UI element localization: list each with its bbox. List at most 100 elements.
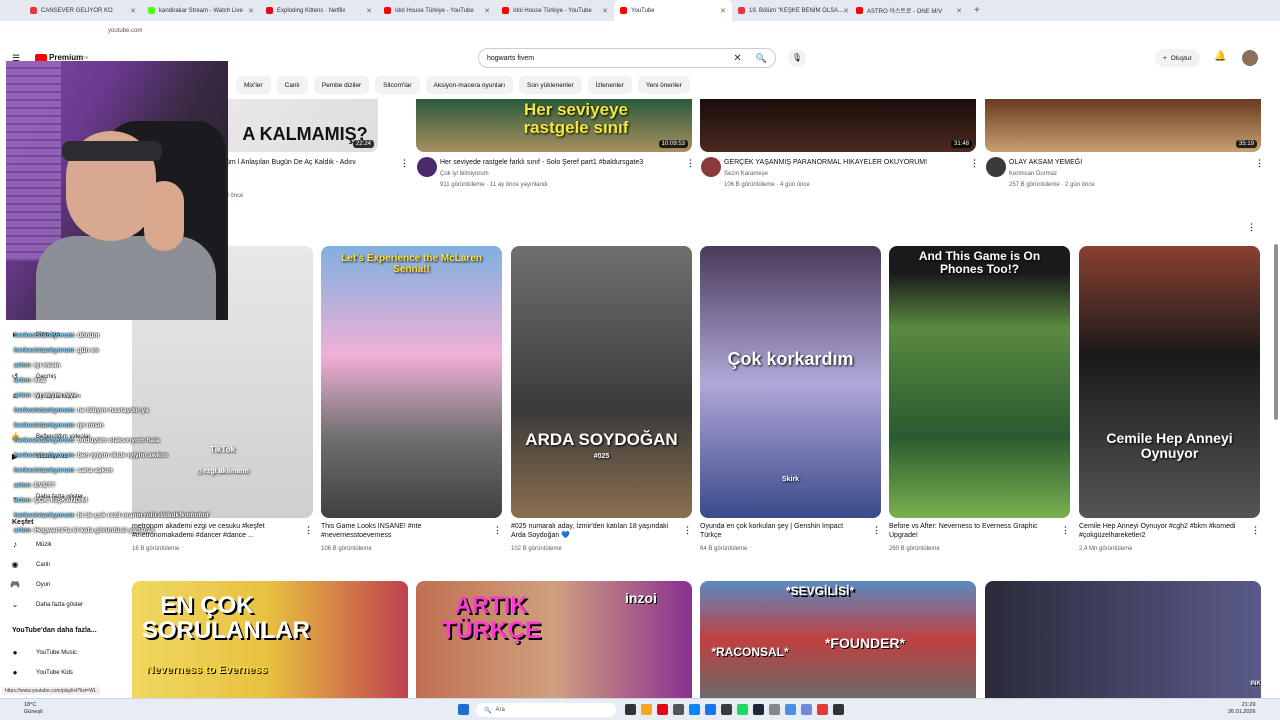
browser-tab[interactable]: Idol House Türkiye - YouTube ✕ <box>378 0 496 21</box>
sidebar-item[interactable]: ◉ Canlı <box>10 560 51 569</box>
filter-chip[interactable]: Canlı <box>276 76 308 94</box>
video-title[interactable]: GERÇEK YAŞANMIŞ PARANORMAL HİKAYELER OKU… <box>724 158 954 167</box>
sidebar-item[interactable]: ⌄ Daha fazla göster <box>10 492 83 501</box>
search-input[interactable]: hogwarts fivem ✕ 🔍 <box>478 48 776 68</box>
windows-start-icon[interactable] <box>458 704 469 715</box>
more-options-icon[interactable]: ⋮ <box>970 158 979 169</box>
short-thumbnail[interactable]: And This Game is On Phones Too!? <box>889 246 1070 518</box>
browser-tab[interactable]: YouTube ✕ <box>614 0 732 21</box>
channel-avatar[interactable] <box>417 157 437 177</box>
channel-avatar[interactable] <box>986 157 1006 177</box>
more-options-icon[interactable]: ⋮ <box>1251 525 1260 536</box>
browser-tab[interactable]: kandirakar Stream - Watch Live ✕ <box>142 0 260 21</box>
short-title[interactable]: metronom akademi ezgi ve cesuku #keşfet … <box>132 522 297 541</box>
filter-chip[interactable]: Aksiyon-macera oyunları <box>425 76 514 94</box>
video-thumbnail[interactable]: 35:19 <box>985 99 1261 152</box>
sidebar-item[interactable]: 👍 Beğendiğim videolar <box>10 432 90 441</box>
video-thumbnail[interactable]: ARTIK TÜRKÇE inzoi <box>416 581 692 698</box>
filter-chip[interactable]: İzlenenler <box>587 76 632 94</box>
scrollbar[interactable] <box>1274 244 1278 420</box>
short-title[interactable]: Before vs After: Neverness to Everness G… <box>889 522 1054 541</box>
steam-icon[interactable] <box>753 704 764 715</box>
video-thumbnail[interactable]: 31:48 <box>700 99 976 152</box>
outlook-icon[interactable] <box>705 704 716 715</box>
task-view-icon[interactable] <box>625 704 636 715</box>
close-icon[interactable]: ✕ <box>720 7 726 15</box>
sidebar-item[interactable]: ↺ Geçmiş <box>10 372 57 381</box>
sidebar-item[interactable]: ⌄ Daha fazla göster <box>10 600 83 609</box>
avatar[interactable] <box>1242 50 1258 66</box>
more-options-icon[interactable]: ⋮ <box>872 525 881 536</box>
short-thumbnail[interactable]: Cemile Hep Anneyi Oynuyor <box>1079 246 1260 518</box>
video-title[interactable]: Her seviyede rastgele farklı sınıf - Sol… <box>440 158 670 167</box>
edge-icon[interactable] <box>689 704 700 715</box>
short-title[interactable]: This Game Looks INSANE! #nte #nevernesst… <box>321 522 486 541</box>
spotify-icon[interactable] <box>737 704 748 715</box>
browser-tab[interactable]: Exploding Kittens · Netflix ✕ <box>260 0 378 21</box>
more-options-icon[interactable]: ⋮ <box>493 525 502 536</box>
new-tab-button[interactable]: + <box>974 5 980 16</box>
taskbar-search[interactable]: 🔍 Ara <box>476 703 616 717</box>
filter-chip[interactable]: Yeni öneriler <box>637 76 690 94</box>
sidebar-item[interactable]: ▶ Videolarınız <box>10 452 68 461</box>
create-button[interactable]: + Oluştur <box>1155 49 1200 67</box>
sidebar-item[interactable]: ● YouTube Music <box>10 648 77 657</box>
channel-avatar[interactable] <box>701 157 721 177</box>
filter-chip[interactable]: Son yüklenenler <box>519 76 582 94</box>
close-icon[interactable]: ✕ <box>602 7 608 15</box>
filter-chip[interactable]: Pembe diziler <box>313 76 370 94</box>
section-more-icon[interactable]: ⋮ <box>1247 222 1256 233</box>
video-thumbnail[interactable]: EN ÇOK SORULANLAR Neverness to Everness <box>132 581 408 698</box>
close-icon[interactable]: ✕ <box>130 7 136 15</box>
video-title[interactable]: OLAY AKSAM YEMEĞİ <box>1009 158 1239 167</box>
weather-widget[interactable]: 18°C Güneşli <box>24 702 43 715</box>
notifications-icon[interactable]: 🔔 <box>1214 51 1226 62</box>
app-icon[interactable] <box>833 704 844 715</box>
short-thumbnail[interactable]: Let's Experience the McLaren Senna!! <box>321 246 502 518</box>
app-icon[interactable] <box>673 704 684 715</box>
more-options-icon[interactable]: ⋮ <box>304 525 313 536</box>
sidebar-item[interactable]: ≡ Oynatma listeleri <box>10 392 81 401</box>
sidebar-item[interactable]: ● YouTube Kids <box>10 668 73 677</box>
video-thumbnail[interactable]: Her seviyeye rastgele sınıf 10:09:53 <box>416 99 692 152</box>
discord-icon[interactable] <box>801 704 812 715</box>
short-thumbnail[interactable]: Çok korkardım Skirk <box>700 246 881 518</box>
close-icon[interactable]: ✕ <box>956 7 962 15</box>
app-icon[interactable] <box>785 704 796 715</box>
video-thumbnail[interactable]: *SEVGİLİSİ* *FOUNDER* *RACONSAL* <box>700 581 976 698</box>
short-title[interactable]: Oyunda en çok korkulan şey | Genshin Imp… <box>700 522 865 541</box>
address-bar[interactable]: youtube.com <box>0 21 1280 41</box>
app-icon[interactable] <box>769 704 780 715</box>
short-title[interactable]: Cemile Hep Anneyi Oynuyor #cgh2 #bkm #ko… <box>1079 522 1244 541</box>
search-value[interactable]: hogwarts fivem <box>487 55 534 62</box>
more-options-icon[interactable]: ⋮ <box>686 158 695 169</box>
search-icon[interactable]: 🔍 <box>756 53 767 64</box>
sidebar-item[interactable]: ▸ Sizin için <box>10 330 60 339</box>
channel-name[interactable]: Çok iyi bilmiyorum <box>440 171 489 177</box>
file-explorer-icon[interactable] <box>641 704 652 715</box>
microphone-icon[interactable]: 🎙 <box>788 49 806 67</box>
close-icon[interactable]: ✕ <box>248 7 254 15</box>
more-options-icon[interactable]: ⋮ <box>400 158 409 169</box>
url-text[interactable]: youtube.com <box>108 28 142 34</box>
filter-chip[interactable]: Sitcom'lar <box>375 76 420 94</box>
filter-chip[interactable]: Mix'ler <box>236 76 271 94</box>
clear-icon[interactable]: ✕ <box>733 53 741 64</box>
clock[interactable]: 21:29 26.01.2026 <box>1228 702 1256 715</box>
sidebar-item[interactable]: ♪ Müzik <box>10 540 52 549</box>
video-thumbnail[interactable]: INKIGAYO <box>985 581 1261 698</box>
close-icon[interactable]: ✕ <box>843 7 849 15</box>
browser-tab[interactable]: Idol House Türkiye - YouTube ✕ <box>496 0 614 21</box>
app-icon[interactable] <box>721 704 732 715</box>
browser-tab[interactable]: CANSEVER GELİYOR KO ✕ <box>24 0 142 21</box>
more-options-icon[interactable]: ⋮ <box>683 525 692 536</box>
netflix-icon[interactable] <box>657 704 668 715</box>
more-options-icon[interactable]: ⋮ <box>1061 525 1070 536</box>
opera-icon[interactable] <box>817 704 828 715</box>
channel-name[interactable]: Sezin Karameşe <box>724 171 768 177</box>
channel-name[interactable]: Kerimcan Durmaz <box>1009 171 1057 177</box>
browser-tab[interactable]: 19. Bölüm "KEŞKE BENİM OLSA... ✕ <box>732 0 850 21</box>
short-title[interactable]: #025 numaralı aday, İzmir'den katılan 18… <box>511 522 676 541</box>
short-thumbnail[interactable]: ARDA SOYDOĞAN #025 <box>511 246 692 518</box>
close-icon[interactable]: ✕ <box>484 7 490 15</box>
